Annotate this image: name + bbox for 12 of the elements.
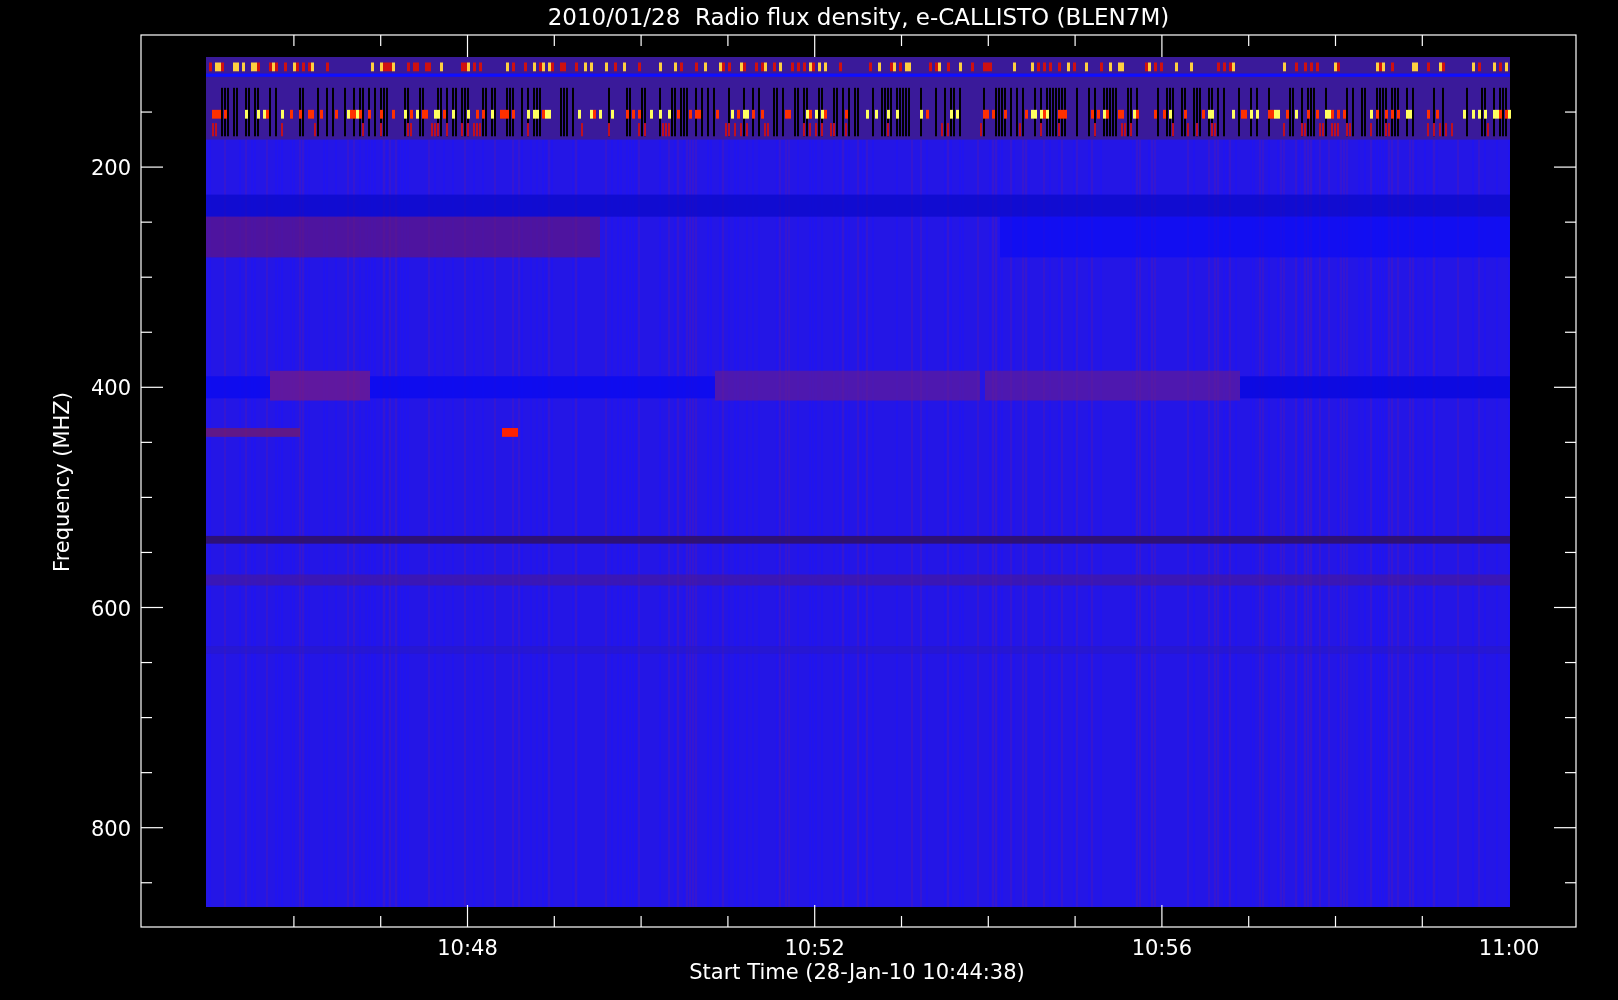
y-tick-label: 200: [90, 156, 131, 181]
y-axis-label: Frequency (MHZ): [50, 392, 74, 572]
x-tick-label: 10:48: [437, 936, 498, 960]
y-tick-label: 600: [90, 596, 131, 621]
x-tick-label: 10:56: [1131, 936, 1193, 960]
y-tick-label: 400: [90, 376, 131, 401]
y-tick-label: 800: [90, 816, 131, 841]
x-tick-label: 10:52: [784, 936, 845, 960]
chart-title: 2010/01/28 Radio flux density, e-CALLISTO (BLEN7M): [547, 4, 1170, 30]
x-axis-label: Start Time (28-Jan-10 10:44:38): [689, 960, 1025, 984]
x-tick-label: 11:00: [1478, 936, 1540, 960]
frequency-band: [502, 428, 518, 437]
